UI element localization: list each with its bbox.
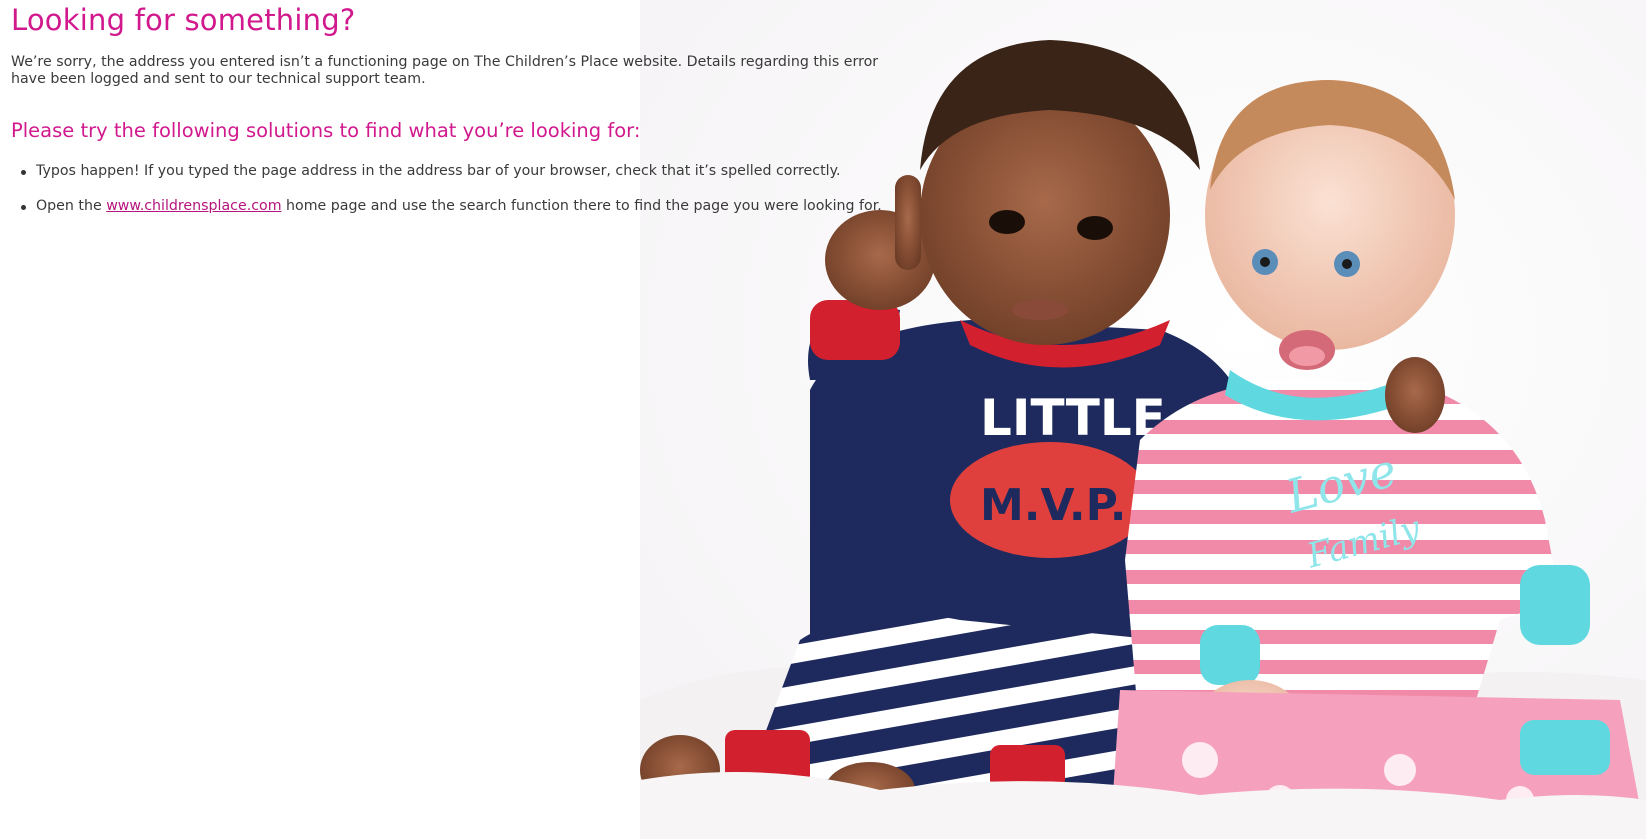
error-description: We’re sorry, the address you entered isn… bbox=[11, 54, 879, 87]
homepage-link[interactable]: www.childrensplace.com bbox=[106, 198, 281, 214]
solution-item-typos: Typos happen! If you typed the page addr… bbox=[21, 163, 891, 180]
solution-homepage-suffix: home page and use the search function th… bbox=[281, 198, 882, 214]
error-page: LITTLE M.V.P. Love Family Looking for so… bbox=[0, 0, 1646, 839]
solutions-heading: Please try the following solutions to fi… bbox=[11, 119, 641, 142]
error-content: Looking for something? We’re sorry, the … bbox=[11, 0, 891, 233]
solution-homepage-prefix: Open the bbox=[36, 198, 107, 214]
page-title: Looking for something? bbox=[11, 3, 356, 37]
solution-item-homepage: Open the www.childrensplace.com home pag… bbox=[21, 198, 891, 215]
solution-typos-text: Typos happen! If you typed the page addr… bbox=[36, 163, 841, 179]
football-text: M.V.P. bbox=[980, 480, 1126, 531]
shirt-text: LITTLE bbox=[980, 389, 1166, 447]
solutions-list: Typos happen! If you typed the page addr… bbox=[11, 163, 891, 215]
